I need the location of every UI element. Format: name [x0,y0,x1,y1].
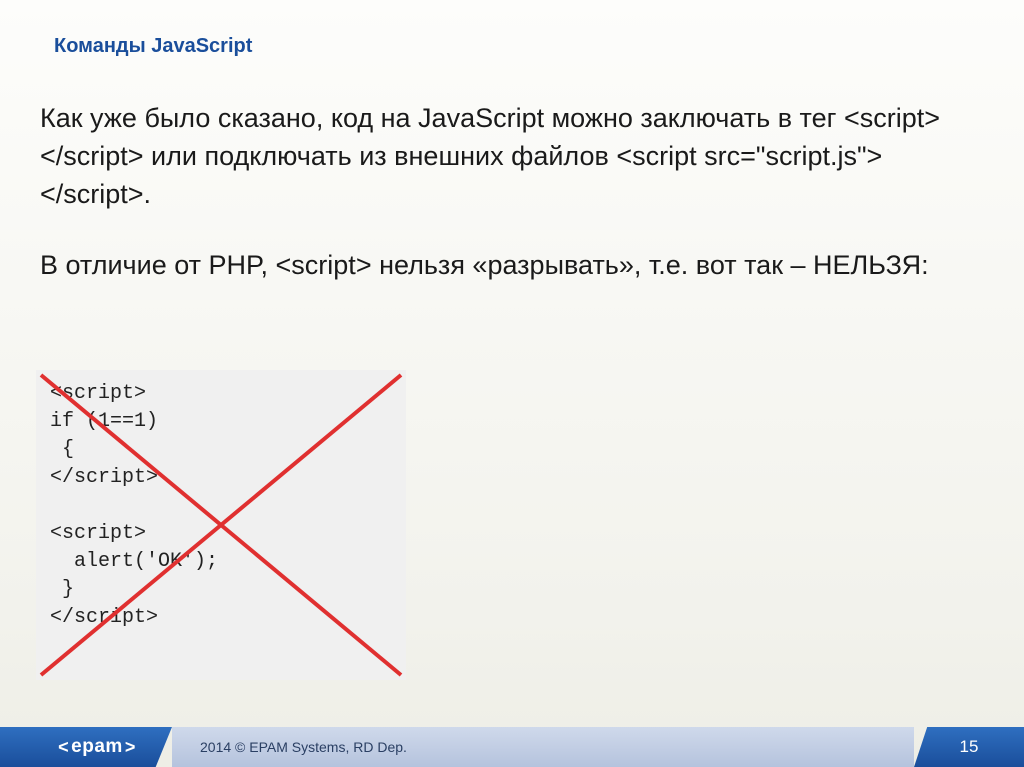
slide-body: Как уже было сказано, код на JavaScript … [40,100,970,285]
page-number: 15 [914,727,1024,767]
footer-copyright: 2014 © EPAM Systems, RD Dep. [172,727,914,767]
footer-logo: < epam > [36,727,172,767]
logo-text: < epam > [58,736,136,758]
slide-title: Команды JavaScript [54,35,252,58]
chevron-right-icon: > [125,737,136,758]
footer: < epam > 2014 © EPAM Systems, RD Dep. 15 [0,727,1024,767]
paragraph-1: Как уже было сказано, код на JavaScript … [40,100,970,213]
footer-accent [0,727,36,767]
chevron-left-icon: < [58,737,69,758]
slide: Команды JavaScript Как уже было сказано,… [0,0,1024,767]
paragraph-2: В отличие от PHP, <script> нельзя «разры… [40,247,970,285]
code-example: <script> if (1==1) { </script> <script> … [36,370,406,680]
logo-label: epam [71,736,123,758]
